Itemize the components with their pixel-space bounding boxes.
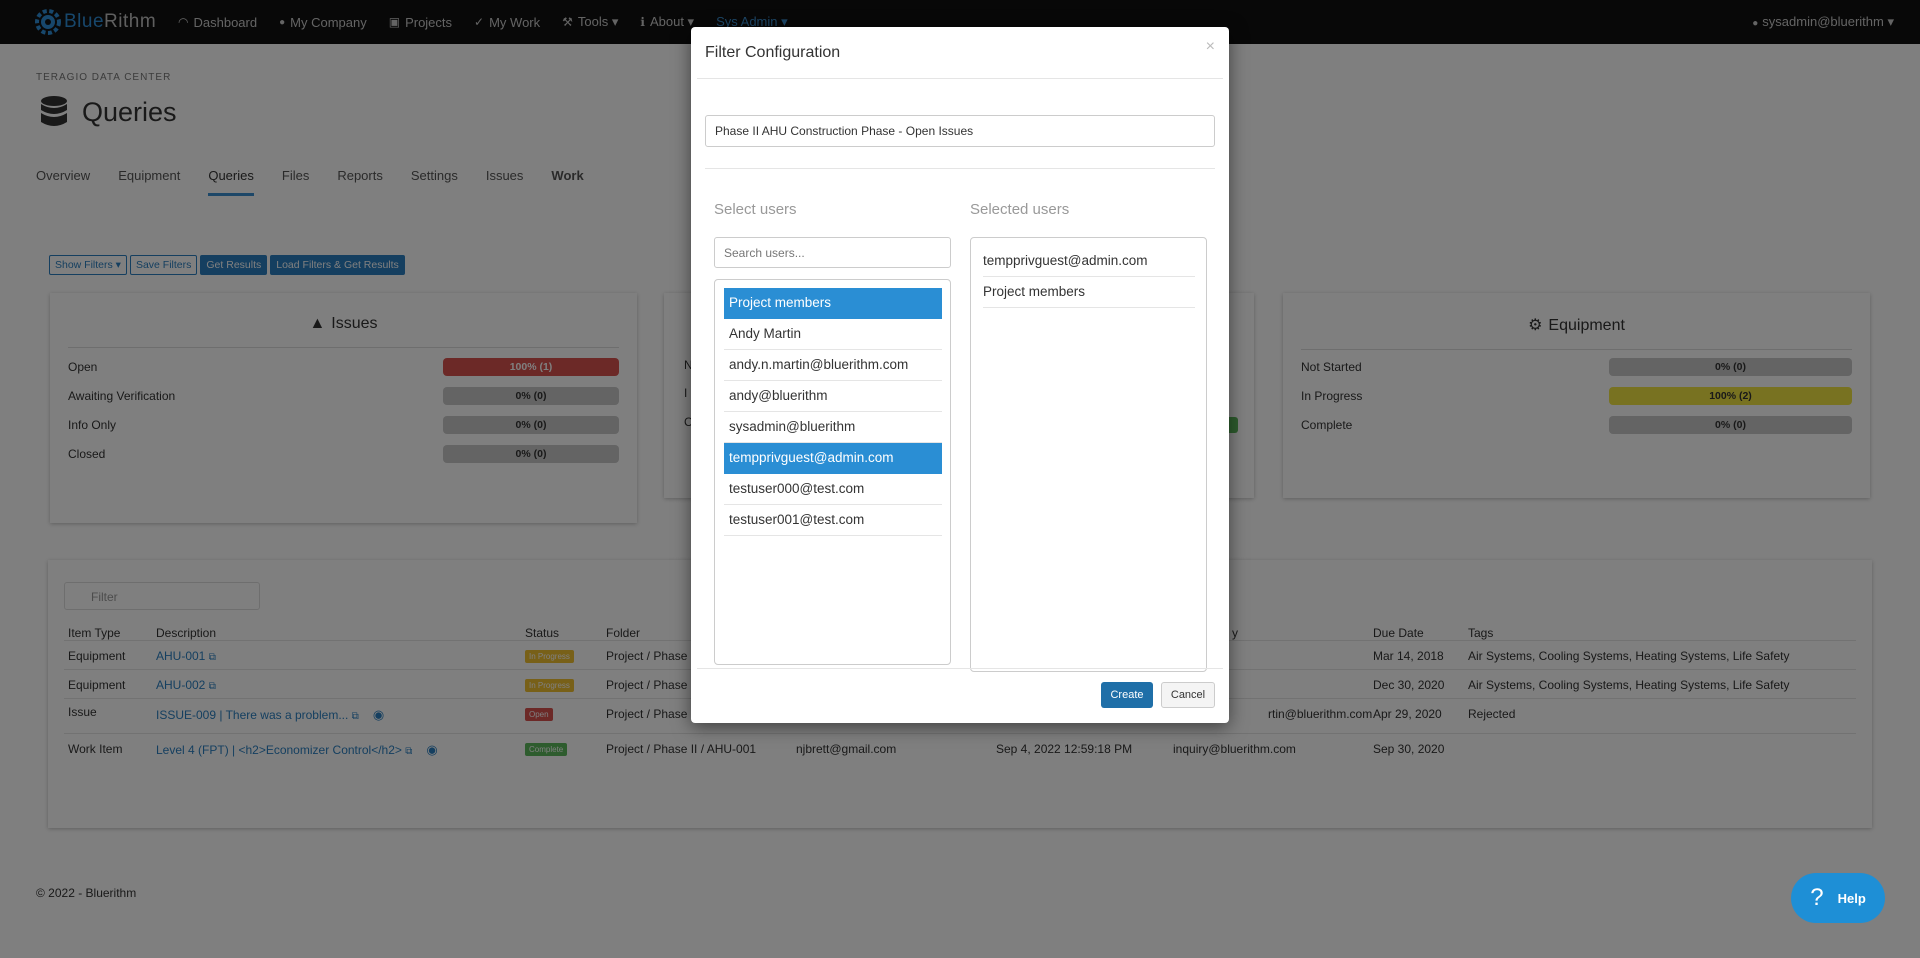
user-option[interactable]: sysadmin@bluerithm	[724, 412, 942, 443]
filter-configuration-modal: Filter Configuration × Phase II AHU Cons…	[691, 27, 1229, 723]
divider	[697, 668, 1223, 669]
select-users-heading: Select users	[714, 201, 797, 218]
user-option[interactable]: Andy Martin	[724, 319, 942, 350]
help-label: Help	[1837, 890, 1866, 906]
selected-user-item[interactable]: Project members	[983, 277, 1195, 308]
question-icon: ?	[1810, 884, 1824, 911]
filter-name-input[interactable]: Phase II AHU Construction Phase - Open I…	[705, 115, 1215, 147]
user-option[interactable]: andy.n.martin@bluerithm.com	[724, 350, 942, 381]
user-option[interactable]: tempprivguest@admin.com	[724, 443, 942, 474]
selected-users-list: tempprivguest@admin.com Project members	[970, 237, 1207, 672]
search-users-input[interactable]: Search users...	[714, 237, 951, 268]
divider	[705, 168, 1215, 169]
selected-users-heading: Selected users	[970, 201, 1070, 218]
cancel-button[interactable]: Cancel	[1161, 682, 1215, 708]
divider	[697, 78, 1223, 79]
available-users-list: Project members Andy Martin andy.n.marti…	[714, 279, 951, 665]
help-button[interactable]: ? Help	[1791, 873, 1885, 923]
user-option[interactable]: testuser000@test.com	[724, 474, 942, 505]
selected-user-item[interactable]: tempprivguest@admin.com	[983, 246, 1195, 277]
user-option[interactable]: Project members	[724, 288, 942, 319]
user-option[interactable]: andy@bluerithm	[724, 381, 942, 412]
create-button[interactable]: Create	[1101, 682, 1153, 708]
user-option[interactable]: testuser001@test.com	[724, 505, 942, 536]
modal-title: Filter Configuration	[705, 44, 841, 61]
close-icon[interactable]: ×	[1206, 38, 1215, 56]
